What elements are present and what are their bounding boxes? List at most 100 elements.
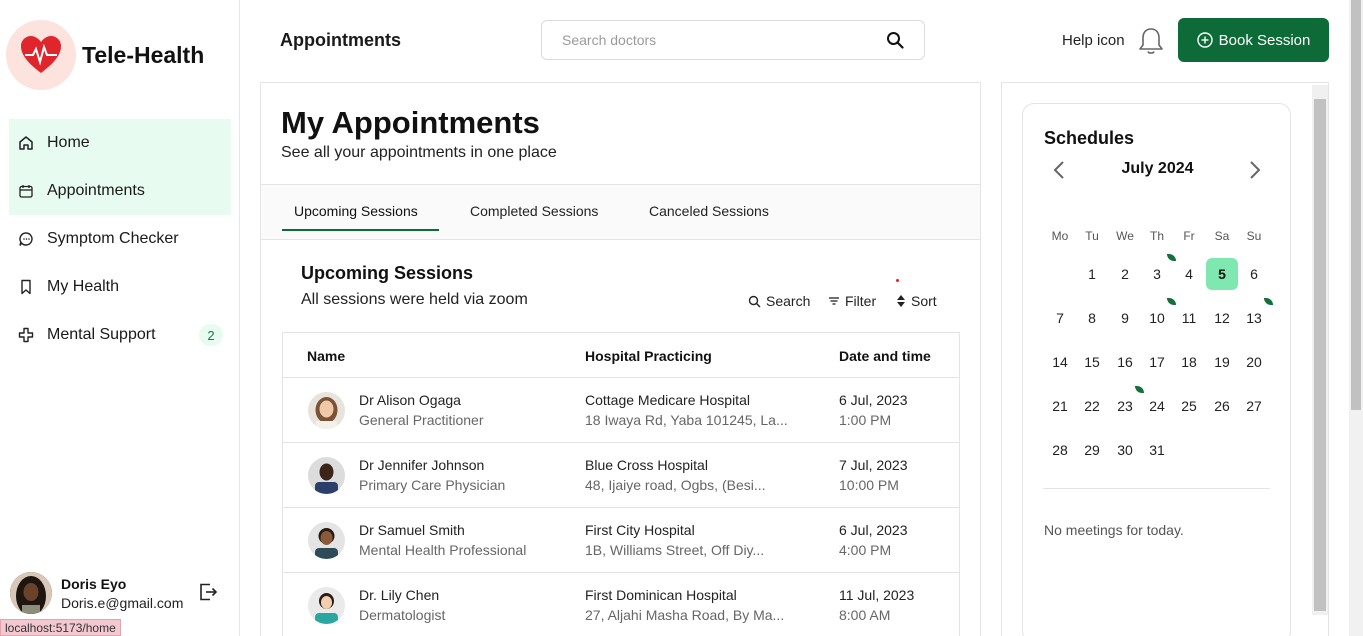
search-tool-button[interactable]: Search <box>748 293 810 309</box>
bell-icon[interactable] <box>1137 26 1165 61</box>
calendar-day[interactable]: 11 <box>1173 302 1205 334</box>
sidebar-item-symptom-checker[interactable]: Symptom Checker <box>9 215 231 263</box>
appointment-date: 6 Jul, 2023 <box>839 392 908 408</box>
table-row[interactable]: Dr. Lily Chen Dermatologist First Domini… <box>283 573 959 636</box>
calendar-day[interactable]: 30 <box>1109 434 1141 466</box>
tab-completed-sessions[interactable]: Completed Sessions <box>470 203 598 219</box>
calendar-weekday: Th <box>1149 229 1164 243</box>
sidebar-item-label: My Health <box>47 278 120 295</box>
hospital-name: Cottage Medicare Hospital <box>585 392 750 408</box>
table-row[interactable]: Dr Alison Ogaga General Practitioner Cot… <box>283 378 959 443</box>
tab-upcoming-sessions[interactable]: Upcoming Sessions <box>294 203 418 219</box>
search-tool-label: Search <box>766 293 811 309</box>
calendar-day[interactable]: 19 <box>1206 346 1238 378</box>
browser-status-url: localhost:5173/home <box>0 619 121 636</box>
sidebar-item-my-health[interactable]: My Health <box>9 263 231 311</box>
calendar-weekday: Tu <box>1085 229 1099 243</box>
sidebar-item-appointments[interactable]: Appointments <box>9 167 231 215</box>
sidebar-item-home[interactable]: Home <box>9 119 231 167</box>
calendar-day[interactable]: 7 <box>1044 302 1076 334</box>
column-header-hospital[interactable]: Hospital Practicing <box>585 348 712 364</box>
calendar-day[interactable]: 26 <box>1206 390 1238 422</box>
calendar-day[interactable]: 28 <box>1044 434 1076 466</box>
page-scroll-thumb[interactable] <box>1351 0 1361 410</box>
doctor-name: Dr. Lily Chen <box>359 587 440 603</box>
tab-canceled-sessions[interactable]: Canceled Sessions <box>649 203 769 219</box>
panel-scrollbar[interactable] <box>1312 85 1328 615</box>
table-header: Name Hospital Practicing Date and time <box>283 333 959 378</box>
search-bar[interactable] <box>541 20 925 60</box>
calendar-day[interactable]: 12 <box>1206 302 1238 334</box>
calendar-day-today[interactable]: 5 <box>1206 258 1238 290</box>
doctor-name: Dr Jennifer Johnson <box>359 457 485 473</box>
heart-logo-icon <box>6 20 76 90</box>
doctor-role: Dermatologist <box>359 607 446 623</box>
doctor-name: Dr Samuel Smith <box>359 522 465 538</box>
calendar-day[interactable]: 10 <box>1141 298 1176 334</box>
calendar-day[interactable]: 29 <box>1076 434 1108 466</box>
logout-icon[interactable] <box>198 582 218 607</box>
sidebar-item-mental-support[interactable]: Mental Support 2 <box>9 311 231 359</box>
book-session-button[interactable]: Book Session <box>1178 18 1329 62</box>
calendar-day[interactable]: 6 <box>1238 258 1270 290</box>
panel-scroll-thumb[interactable] <box>1314 99 1326 611</box>
calendar-day[interactable]: 3 <box>1141 254 1176 290</box>
calendar-day[interactable]: 27 <box>1238 390 1270 422</box>
column-header-date[interactable]: Date and time <box>839 348 931 364</box>
calendar-day[interactable]: 9 <box>1109 302 1141 334</box>
user-profile[interactable]: Doris Eyo Doris.e@gmail.com <box>10 572 230 614</box>
calendar-day[interactable]: 22 <box>1076 390 1108 422</box>
calendar-day[interactable]: 4 <box>1173 258 1205 290</box>
doctor-avatar <box>308 587 345 624</box>
app-name: Tele-Health <box>82 41 205 68</box>
column-header-name[interactable]: Name <box>307 348 345 364</box>
hospital-address: 48, Ijaiye road, Ogbs, (Besi... <box>585 477 766 493</box>
calendar-day[interactable]: 31 <box>1141 434 1173 466</box>
sidebar-item-label: Home <box>47 134 90 151</box>
calendar-day[interactable]: 18 <box>1173 346 1205 378</box>
user-name: Doris Eyo <box>61 575 127 592</box>
calendar-day[interactable]: 1 <box>1076 258 1108 290</box>
hospital-address: 27, Aljahi Masha Road, By Ma... <box>585 607 785 623</box>
calendar-icon <box>17 182 35 200</box>
sort-button[interactable]: Sort <box>896 293 937 309</box>
calendar-day[interactable]: 14 <box>1044 346 1076 378</box>
calendar-day[interactable]: 2 <box>1109 258 1141 290</box>
search-input[interactable] <box>562 32 862 48</box>
calendar-day[interactable]: 8 <box>1076 302 1108 334</box>
hospital-address: 18 Iwaya Rd, Yaba 101245, La... <box>585 412 788 428</box>
calendar-day[interactable]: 16 <box>1109 346 1141 378</box>
calendar-day[interactable]: 25 <box>1173 390 1205 422</box>
chevron-right-icon[interactable] <box>1249 160 1261 185</box>
cross-icon <box>17 326 35 344</box>
page-scrollbar[interactable] <box>1349 0 1363 636</box>
table-row[interactable]: Dr Samuel Smith Mental Health Profession… <box>283 508 959 573</box>
calendar-day[interactable]: 13 <box>1238 298 1273 334</box>
bookmark-icon <box>17 278 35 296</box>
calendar-weekday: Mo <box>1051 229 1069 243</box>
book-session-label: Book Session <box>1218 31 1311 49</box>
calendar-day[interactable]: 20 <box>1238 346 1270 378</box>
table-row[interactable]: Dr Jennifer Johnson Primary Care Physici… <box>283 443 959 508</box>
filter-button[interactable]: Filter <box>828 293 876 309</box>
search-icon[interactable] <box>886 31 904 54</box>
appointment-time: 4:00 PM <box>839 542 892 558</box>
hospital-name: First Dominican Hospital <box>585 587 737 603</box>
filter-icon <box>828 296 840 306</box>
search-icon <box>748 295 761 308</box>
doctor-avatar <box>308 522 345 559</box>
hospital-name: Blue Cross Hospital <box>585 457 708 473</box>
calendar-day[interactable]: 23 <box>1109 386 1144 422</box>
app-logo[interactable]: Tele-Health <box>6 20 204 90</box>
calendar-day[interactable]: 17 <box>1141 346 1173 378</box>
calendar-day[interactable]: 24 <box>1141 390 1173 422</box>
hospital-name: First City Hospital <box>585 522 695 538</box>
calendar-day[interactable]: 15 <box>1076 346 1108 378</box>
calendar-day[interactable]: 21 <box>1044 390 1076 422</box>
main-subtitle: See all your appointments in one place <box>281 144 557 161</box>
doctor-avatar <box>308 392 345 429</box>
appointment-date: 11 Jul, 2023 <box>839 587 915 603</box>
help-link[interactable]: Help icon <box>1062 32 1125 49</box>
empty-meetings-text: No meetings for today. <box>1044 522 1184 538</box>
doctor-role: Primary Care Physician <box>359 477 506 493</box>
